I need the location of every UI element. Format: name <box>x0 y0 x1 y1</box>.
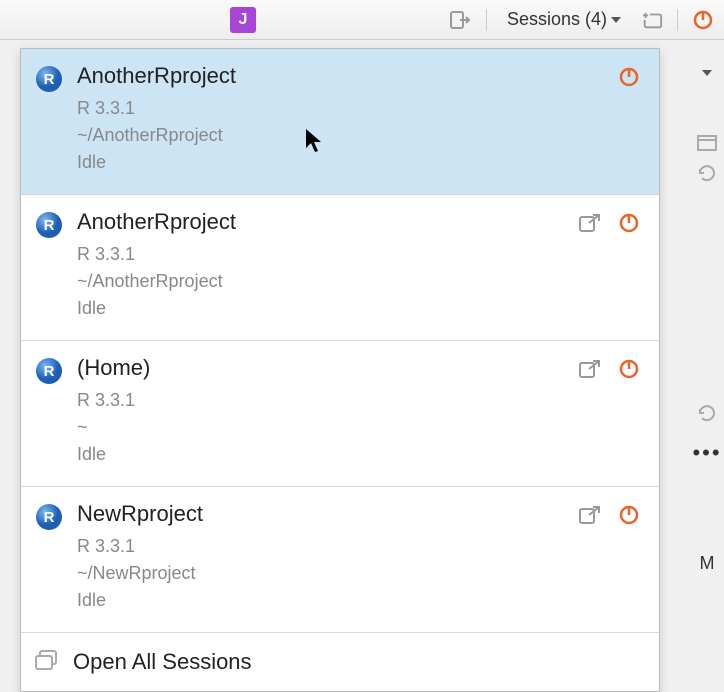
new-session-icon[interactable] <box>641 9 663 31</box>
open-all-sessions[interactable]: Open All Sessions <box>21 633 659 691</box>
popout-icon[interactable] <box>579 505 601 527</box>
r-logo-icon: R <box>35 211 63 239</box>
session-version: R 3.3.1 <box>77 95 619 122</box>
session-actions <box>579 359 641 381</box>
session-name: NewRproject <box>77 501 579 527</box>
session-actions <box>579 505 641 527</box>
session-version: R 3.3.1 <box>77 533 579 560</box>
divider <box>677 9 678 31</box>
session-item[interactable]: R AnotherRproject R 3.3.1~/AnotherRproject… <box>21 49 659 195</box>
r-logo-icon: R <box>35 357 63 385</box>
session-name: AnotherRproject <box>77 63 619 89</box>
session-item[interactable]: R (Home) R 3.3.1~Idle <box>21 341 659 487</box>
bg-refresh-icon <box>694 400 720 426</box>
session-item[interactable]: R NewRproject R 3.3.1~/NewRprojectIdle <box>21 487 659 633</box>
session-status: Idle <box>77 587 579 614</box>
bg-text: M <box>694 550 720 576</box>
svg-text:R: R <box>44 363 55 380</box>
session-actions <box>579 213 641 235</box>
power-icon[interactable] <box>619 359 641 381</box>
power-icon[interactable] <box>619 213 641 235</box>
session-status: Idle <box>77 295 579 322</box>
session-path: ~/AnotherRproject <box>77 122 619 149</box>
sessions-dropdown: RAnotherRprojectR 3.3.1~/AnotherRproject… <box>20 48 660 692</box>
session-info: AnotherRproject R 3.3.1~/AnotherRprojectI… <box>77 209 579 322</box>
svg-text:R: R <box>44 509 55 526</box>
svg-text:R: R <box>44 217 55 234</box>
popout-icon[interactable] <box>579 359 601 381</box>
chevron-down-icon <box>611 17 621 23</box>
windows-icon <box>35 650 59 674</box>
sessions-dropdown-button[interactable]: Sessions (4) <box>501 7 627 32</box>
power-icon[interactable] <box>619 67 641 89</box>
session-item[interactable]: R AnotherRproject R 3.3.1~/AnotherRproject… <box>21 195 659 341</box>
session-actions <box>619 67 641 89</box>
session-status: Idle <box>77 149 619 176</box>
bg-refresh-icon <box>694 160 720 186</box>
session-info: (Home) R 3.3.1~Idle <box>77 355 579 468</box>
session-path: ~/NewRproject <box>77 560 579 587</box>
session-version: R 3.3.1 <box>77 241 579 268</box>
power-icon[interactable] <box>619 505 641 527</box>
user-avatar[interactable]: J <box>230 7 256 33</box>
session-path: ~/AnotherRproject <box>77 268 579 295</box>
session-info: NewRproject R 3.3.1~/NewRprojectIdle <box>77 501 579 614</box>
r-logo-icon: R <box>35 65 63 93</box>
bg-window-icon <box>694 130 720 156</box>
session-name: AnotherRproject <box>77 209 579 235</box>
signout-icon[interactable] <box>450 9 472 31</box>
power-icon[interactable] <box>692 9 714 31</box>
svg-text:R: R <box>44 71 55 88</box>
session-info: AnotherRproject R 3.3.1~/AnotherRprojectI… <box>77 63 619 176</box>
bg-chevron-down-icon <box>694 60 720 86</box>
r-logo-icon: R <box>35 503 63 531</box>
toolbar: J Sessions (4) <box>0 0 724 40</box>
divider <box>486 9 487 31</box>
sessions-label: Sessions (4) <box>507 9 607 30</box>
popout-icon[interactable] <box>579 213 601 235</box>
session-path: ~ <box>77 414 579 441</box>
session-version: R 3.3.1 <box>77 387 579 414</box>
bg-more-icon: ••• <box>694 440 720 466</box>
session-status: Idle <box>77 441 579 468</box>
session-name: (Home) <box>77 355 579 381</box>
open-all-label: Open All Sessions <box>73 649 252 675</box>
